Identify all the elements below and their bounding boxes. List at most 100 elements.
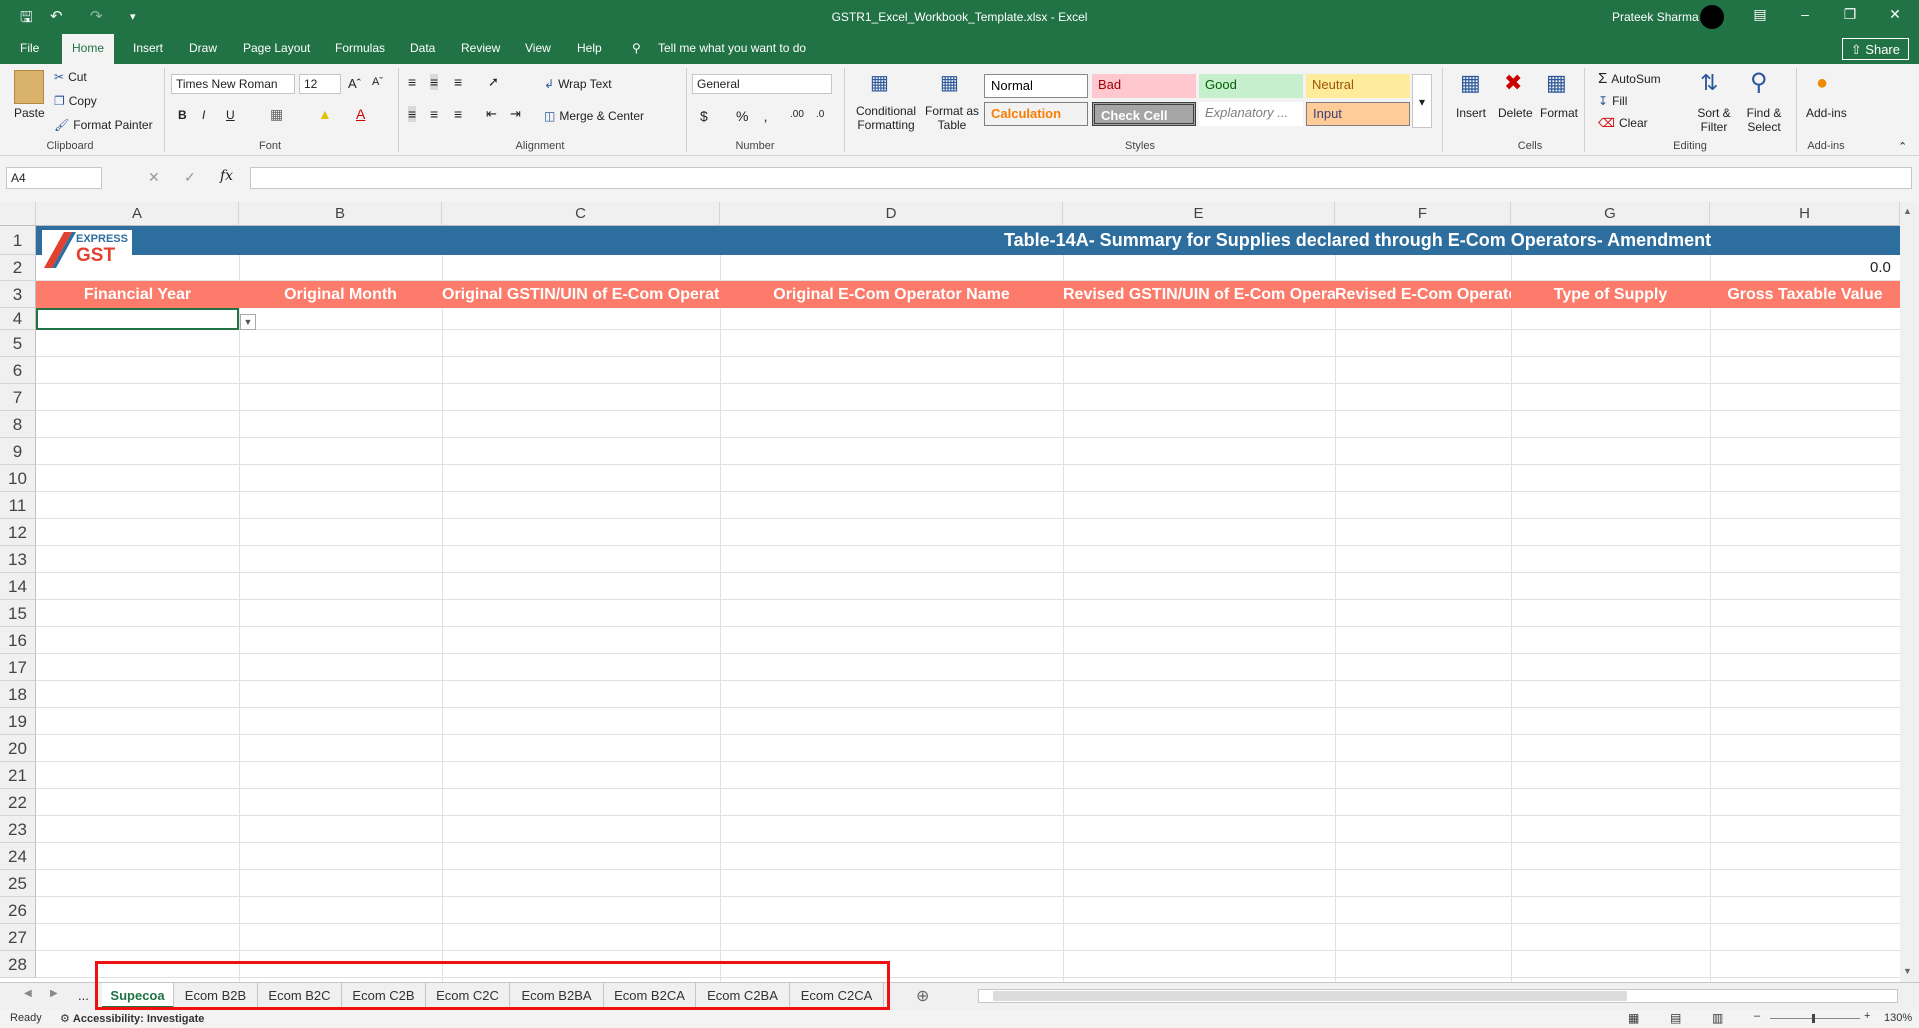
zoom-in-icon[interactable]: + bbox=[1864, 1010, 1870, 1022]
row-header[interactable]: 20 bbox=[0, 735, 36, 762]
align-top-icon[interactable]: ≡ bbox=[408, 74, 416, 90]
row-header[interactable]: 17 bbox=[0, 654, 36, 681]
header-original-month[interactable]: Original Month bbox=[239, 281, 442, 308]
addins-button[interactable]: Add-ins bbox=[1806, 106, 1847, 120]
tab-view[interactable]: View bbox=[525, 41, 551, 55]
row-header[interactable]: 22 bbox=[0, 789, 36, 816]
cut-button[interactable]: ✂ Cut bbox=[54, 70, 87, 84]
close-icon[interactable]: ✕ bbox=[1880, 6, 1910, 23]
more-sheets-icon[interactable]: ... bbox=[78, 988, 89, 1003]
tell-me-search[interactable]: Tell me what you want to do bbox=[658, 41, 806, 55]
tab-insert[interactable]: Insert bbox=[133, 41, 163, 55]
wrap-text-button[interactable]: ↲ Wrap Text bbox=[544, 77, 612, 91]
col-header-d[interactable]: D bbox=[720, 202, 1063, 226]
font-name-select[interactable]: Times New Roman bbox=[171, 74, 295, 94]
insert-cells-button[interactable]: Insert bbox=[1456, 106, 1486, 120]
col-header-h[interactable]: H bbox=[1710, 202, 1900, 226]
number-format-select[interactable]: General bbox=[692, 74, 832, 94]
style-input[interactable]: Input bbox=[1306, 102, 1410, 126]
prev-sheet-icon[interactable]: ◀ bbox=[24, 988, 32, 999]
increase-decimal-icon[interactable]: .00 bbox=[790, 109, 804, 120]
row-header[interactable]: 25 bbox=[0, 870, 36, 897]
format-painter-button[interactable]: 🖌 Format Painter bbox=[54, 118, 153, 132]
row-header[interactable]: 11 bbox=[0, 492, 36, 519]
row-header[interactable]: 8 bbox=[0, 411, 36, 438]
style-neutral[interactable]: Neutral bbox=[1306, 74, 1410, 98]
align-left-icon[interactable]: ≡ bbox=[408, 106, 417, 122]
borders-icon[interactable]: ▦ bbox=[270, 106, 283, 123]
font-color-icon[interactable]: A bbox=[356, 106, 365, 122]
row-header[interactable]: 12 bbox=[0, 519, 36, 546]
minimize-icon[interactable]: – bbox=[1790, 6, 1820, 22]
row-header[interactable]: 4 bbox=[0, 308, 36, 330]
row-header[interactable]: 23 bbox=[0, 816, 36, 843]
header-original-gstin[interactable]: Original GSTIN/UIN of E-Com Operator bbox=[442, 281, 720, 308]
align-center-icon[interactable]: ≡ bbox=[430, 106, 438, 122]
horizontal-scrollbar[interactable] bbox=[978, 989, 1898, 1003]
row-header[interactable]: 24 bbox=[0, 843, 36, 870]
tab-review[interactable]: Review bbox=[461, 41, 500, 55]
insert-function-icon[interactable]: fx bbox=[220, 168, 233, 184]
align-bottom-icon[interactable]: ≡ bbox=[454, 74, 462, 90]
row-header[interactable]: 9 bbox=[0, 438, 36, 465]
currency-icon[interactable]: $ bbox=[700, 108, 708, 124]
zoom-out-icon[interactable]: – bbox=[1754, 1010, 1760, 1022]
header-original-operator-name[interactable]: Original E-Com Operator Name bbox=[720, 281, 1063, 308]
sort-filter-button[interactable]: Sort & Filter bbox=[1690, 106, 1738, 134]
increase-indent-icon[interactable]: ⇥ bbox=[510, 106, 521, 122]
style-calculation[interactable]: Calculation bbox=[984, 102, 1088, 126]
col-header-b[interactable]: B bbox=[239, 202, 442, 226]
header-revised-operator-name[interactable]: Revised E-Com Operator Name bbox=[1335, 281, 1511, 308]
tab-help[interactable]: Help bbox=[577, 41, 602, 55]
clear-button[interactable]: ⌫ Clear bbox=[1598, 116, 1648, 130]
col-header-f[interactable]: F bbox=[1335, 202, 1511, 226]
orientation-icon[interactable]: ➚ bbox=[488, 74, 499, 90]
tab-page-layout[interactable]: Page Layout bbox=[243, 41, 310, 55]
vertical-scrollbar[interactable]: ▲ ▼ bbox=[1900, 202, 1919, 982]
accessibility-status[interactable]: ⚙ Accessibility: Investigate bbox=[60, 1012, 204, 1025]
row-header[interactable]: 1 bbox=[0, 226, 36, 255]
page-layout-view-icon[interactable]: ▤ bbox=[1670, 1011, 1681, 1025]
row-header[interactable]: 14 bbox=[0, 573, 36, 600]
row-header[interactable]: 21 bbox=[0, 762, 36, 789]
formula-input[interactable] bbox=[250, 167, 1912, 189]
worksheet-grid[interactable]: A B C D E F G H 1 2 3 4 5 6 7 8 9 10 11 12 13 14 15 16 1… bbox=[0, 202, 1919, 982]
row-header[interactable]: 5 bbox=[0, 330, 36, 357]
header-type-of-supply[interactable]: Type of Supply bbox=[1511, 281, 1710, 308]
row-header[interactable]: 7 bbox=[0, 384, 36, 411]
dropdown-arrow-icon[interactable]: ▼ bbox=[240, 314, 256, 330]
row-header[interactable]: 18 bbox=[0, 681, 36, 708]
font-size-select[interactable]: 12 bbox=[299, 74, 341, 94]
row-header[interactable]: 16 bbox=[0, 627, 36, 654]
col-header-a[interactable]: A bbox=[36, 202, 239, 226]
styles-gallery-more-icon[interactable]: ▾ bbox=[1412, 74, 1432, 128]
percent-icon[interactable]: % bbox=[736, 108, 748, 124]
scroll-thumb[interactable] bbox=[993, 991, 1627, 1001]
row-header[interactable]: 26 bbox=[0, 897, 36, 924]
row-header[interactable]: 2 bbox=[0, 255, 36, 281]
active-cell-a4[interactable] bbox=[36, 308, 239, 330]
page-break-view-icon[interactable]: ▥ bbox=[1712, 1011, 1723, 1025]
row-header[interactable]: 19 bbox=[0, 708, 36, 735]
row-header[interactable]: 27 bbox=[0, 924, 36, 951]
decrease-font-icon[interactable]: Aˇ bbox=[372, 76, 383, 88]
cell-h2-value[interactable]: 0.0 bbox=[1870, 255, 1900, 281]
col-header-e[interactable]: E bbox=[1063, 202, 1335, 226]
new-sheet-icon[interactable]: ⊕ bbox=[916, 986, 929, 1006]
header-financial-year[interactable]: Financial Year bbox=[36, 281, 239, 308]
comma-icon[interactable]: ‚ bbox=[764, 108, 767, 124]
col-header-g[interactable]: G bbox=[1511, 202, 1710, 226]
scroll-up-icon[interactable]: ▲ bbox=[1903, 206, 1912, 216]
style-explanatory[interactable]: Explanatory ... bbox=[1199, 102, 1303, 126]
format-as-table-button[interactable]: Format as Table bbox=[924, 104, 980, 132]
avatar[interactable] bbox=[1700, 5, 1724, 29]
merge-center-button[interactable]: ◫ Merge & Center bbox=[544, 109, 644, 123]
normal-view-icon[interactable]: ▦ bbox=[1628, 1011, 1639, 1025]
paste-icon[interactable] bbox=[14, 70, 44, 104]
zoom-slider-thumb[interactable] bbox=[1812, 1014, 1815, 1023]
find-select-button[interactable]: Find & Select bbox=[1740, 106, 1788, 134]
zoom-level[interactable]: 130% bbox=[1884, 1012, 1912, 1024]
tab-data[interactable]: Data bbox=[410, 41, 435, 55]
decrease-decimal-icon[interactable]: .0 bbox=[816, 109, 824, 120]
format-cells-button[interactable]: Format bbox=[1540, 106, 1578, 120]
